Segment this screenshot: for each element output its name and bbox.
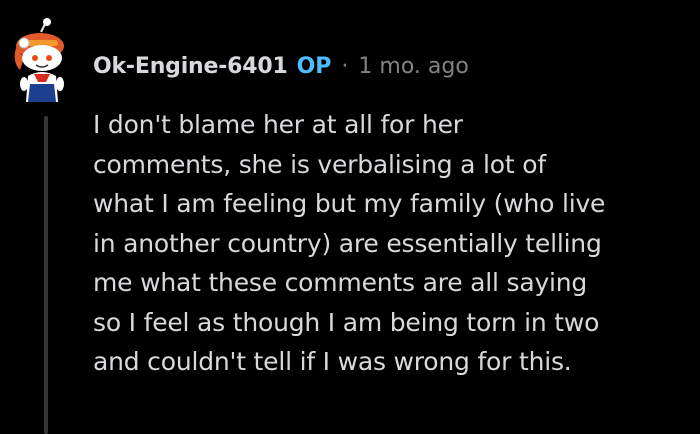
comment-text-line: me what these comments are all saying [93, 268, 588, 297]
thread-collapse-line[interactable] [44, 116, 48, 434]
snoo-avatar-icon [14, 18, 64, 102]
comment-body: I don't blame her at all for her comment… [93, 105, 683, 382]
op-badge: OP [296, 53, 332, 79]
meta-separator: · [341, 53, 349, 79]
comment-text-line: so I feel as though I am being torn in t… [93, 307, 600, 337]
comment-text-line: I don't blame her at all for her [93, 110, 463, 139]
user-avatar[interactable] [10, 18, 76, 108]
comment-meta: Ok-Engine-6401 OP · 1 mo. ago [93, 48, 469, 84]
comment-text-line: in another country) are essentially tell… [93, 228, 602, 258]
username-link[interactable]: Ok-Engine-6401 [93, 54, 288, 79]
comment: Ok-Engine-6401 OP · 1 mo. ago I don't bl… [0, 0, 700, 434]
comment-text-line: and couldn't tell if I was wrong for thi… [93, 347, 572, 376]
comment-text-line: comments, she is verbalising a lot of [93, 149, 546, 179]
comment-text-line: what I am feeling but my family (who liv… [93, 189, 606, 218]
comment-timestamp[interactable]: 1 mo. ago [358, 54, 468, 79]
